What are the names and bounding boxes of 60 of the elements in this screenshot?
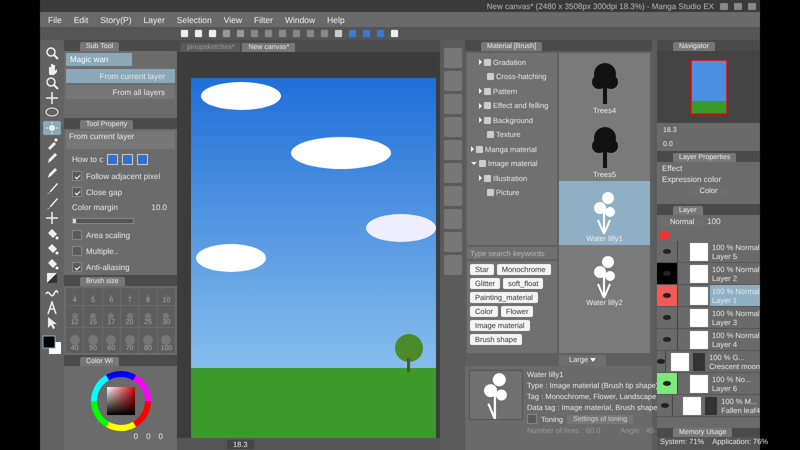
layer-thumbnail bbox=[690, 243, 708, 261]
close-button[interactable] bbox=[748, 2, 756, 10]
field-label: Color margin bbox=[72, 203, 118, 212]
menu-item[interactable]: Layer bbox=[144, 14, 165, 24]
layer-thumbnail bbox=[690, 331, 708, 349]
section-label: Expression color bbox=[662, 175, 722, 184]
sub-tool-item[interactable]: From current layer bbox=[66, 69, 175, 83]
layer-color-icon[interactable] bbox=[660, 230, 669, 239]
color-value: 0 bbox=[158, 432, 163, 441]
color-value: 0 bbox=[146, 432, 151, 441]
checkbox[interactable] bbox=[527, 414, 537, 424]
mode-icon[interactable] bbox=[122, 154, 134, 165]
checkbox-label: Multiple.. bbox=[86, 246, 118, 256]
layer-thumbnail bbox=[671, 353, 690, 371]
slider[interactable] bbox=[72, 218, 134, 224]
mode-icon[interactable] bbox=[137, 154, 148, 165]
color-swatch-icon[interactable] bbox=[42, 335, 62, 355]
caret-icon bbox=[590, 358, 596, 362]
eye-icon[interactable] bbox=[657, 285, 678, 306]
menu-item[interactable]: File bbox=[48, 14, 62, 24]
tool-button[interactable] bbox=[43, 211, 61, 225]
checkbox-label: Follow adjacent pixel bbox=[86, 172, 160, 180]
layer-thumbnail bbox=[690, 287, 708, 305]
field-label: How to c bbox=[72, 155, 104, 164]
menu-item[interactable]: View bbox=[224, 14, 242, 24]
tool-name: From current layer bbox=[66, 131, 175, 149]
menu-item[interactable]: Selection bbox=[176, 14, 212, 24]
window-title: New canvas* (2480 x 3508px 300dpi 18.3%) - Manga Studio EX bbox=[486, 2, 714, 10]
layer-thumbnail bbox=[690, 309, 708, 327]
tree-icon bbox=[590, 126, 620, 170]
color-wheel[interactable] bbox=[90, 370, 152, 432]
maximize-button[interactable] bbox=[734, 2, 742, 10]
mode-icon[interactable] bbox=[107, 154, 118, 165]
checkbox[interactable] bbox=[72, 246, 82, 256]
sub-tool-item[interactable]: From all layers bbox=[66, 85, 175, 99]
layer-thumbnail bbox=[690, 265, 708, 283]
opacity-field[interactable]: 100 bbox=[707, 217, 721, 226]
tool-button[interactable] bbox=[43, 91, 61, 105]
checkbox[interactable] bbox=[72, 171, 82, 181]
menu-item[interactable]: Window bbox=[284, 14, 316, 24]
minimize-button[interactable] bbox=[720, 2, 728, 10]
menu-item[interactable]: Story(P) bbox=[100, 14, 132, 24]
checkbox[interactable] bbox=[72, 230, 82, 240]
checkbox[interactable] bbox=[72, 187, 82, 197]
checkbox-label: Close gap bbox=[86, 188, 122, 196]
checkbox-label: Area scaling bbox=[86, 230, 130, 240]
menu-item[interactable]: Help bbox=[327, 14, 345, 24]
layer-thumbnail bbox=[683, 397, 702, 415]
tree-icon bbox=[590, 62, 620, 106]
menu-item[interactable]: Filter bbox=[254, 14, 273, 24]
color-value: 0 bbox=[134, 432, 138, 441]
canvas-thumbnail bbox=[690, 59, 728, 115]
checkbox-label: Anti-aliasing bbox=[86, 262, 130, 272]
number-field[interactable]: 10.0 bbox=[151, 203, 167, 212]
sub-tool-group[interactable]: Magic wan bbox=[66, 53, 132, 66]
layer-thumbnail bbox=[690, 375, 708, 393]
checkbox[interactable] bbox=[72, 262, 82, 272]
eye-icon[interactable] bbox=[657, 373, 678, 394]
menu-item[interactable]: Edit bbox=[74, 14, 88, 24]
section-label: Effect bbox=[662, 164, 684, 173]
